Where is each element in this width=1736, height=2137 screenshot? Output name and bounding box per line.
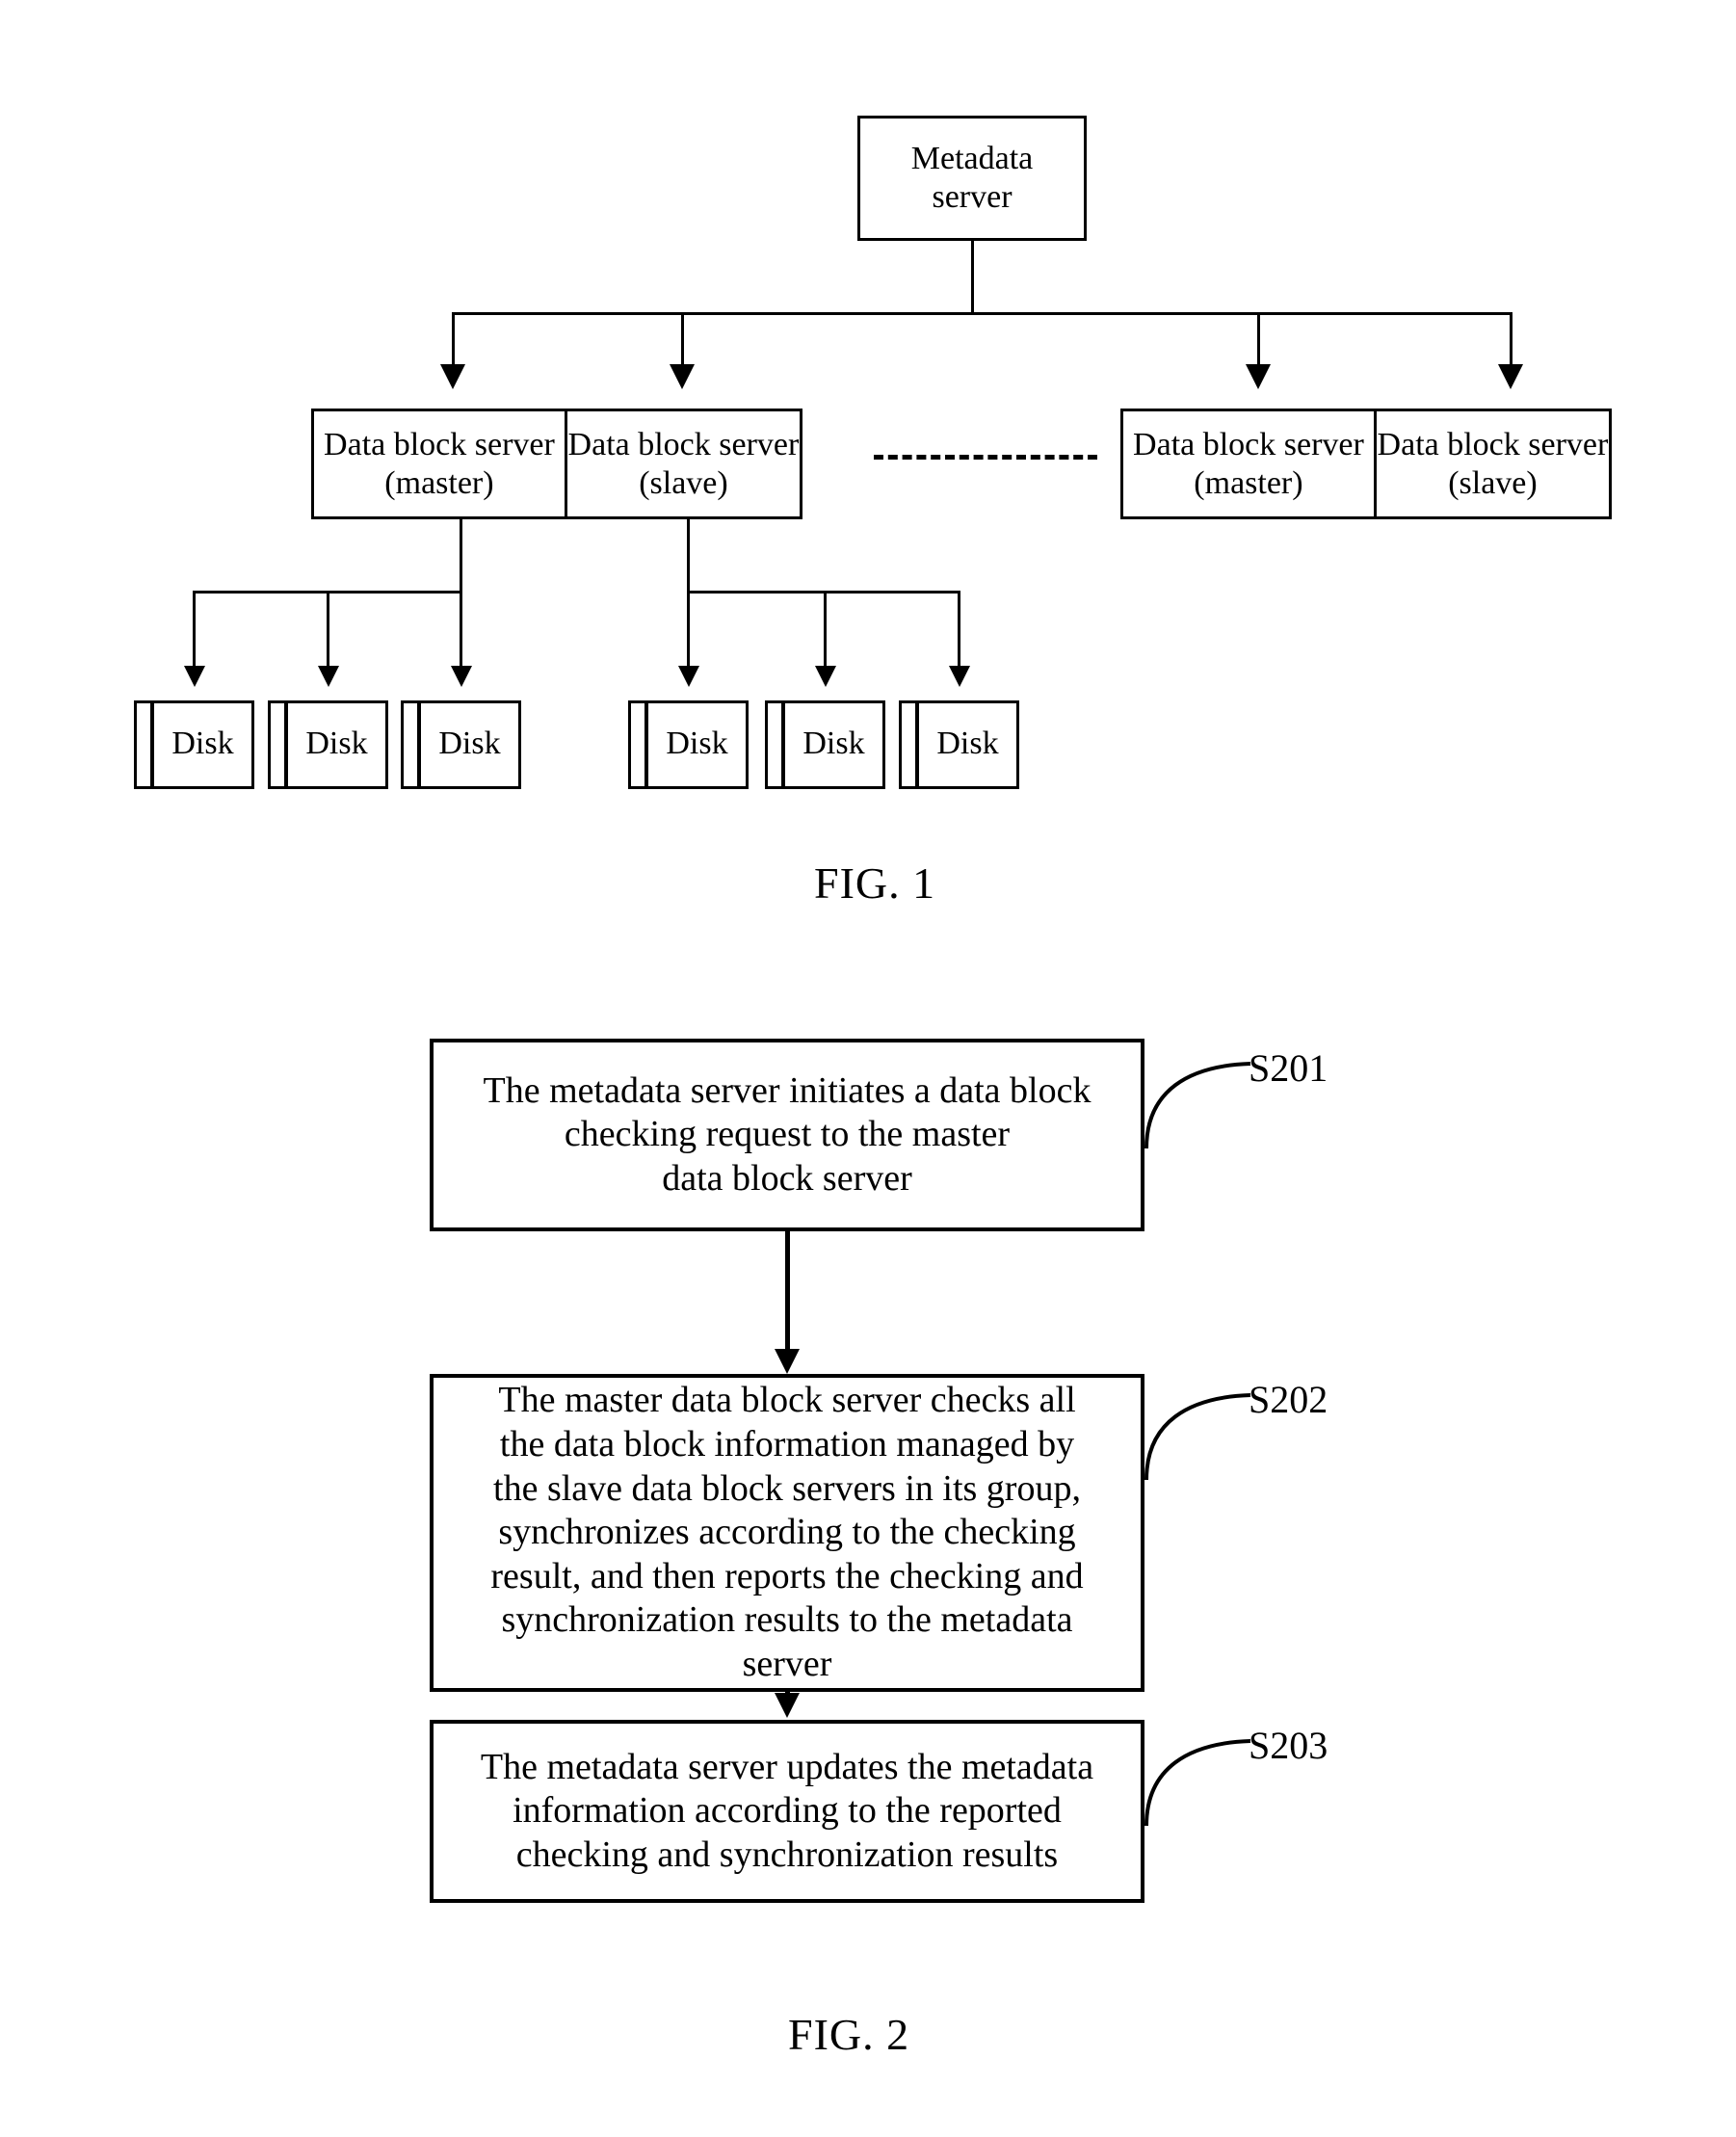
disk-arrowhead-left-2-icon [318,666,339,687]
data-block-server-master-left: Data block server (master) [314,411,565,516]
disk-box-left-1: Disk [134,700,254,789]
disk-platter-strip-icon [271,703,288,786]
arrowhead-3-icon [1246,364,1271,389]
disk-drop-right-2 [824,591,827,670]
server-pair-right: Data block server (master) Data block se… [1120,409,1612,519]
disk-platter-strip-icon [631,703,648,786]
metadata-server-label: Metadata server [910,140,1034,215]
disk-box-right-1: Disk [628,700,749,789]
disk-left-2-label: Disk [305,726,368,761]
disk-drop-left-1 [193,591,196,670]
root-trunk-line [971,241,974,314]
patent-drawing-sheet: Metadata server Data block server (maste… [0,0,1736,2137]
disk-arrowhead-right-2-icon [815,666,836,687]
disk-box-left-2: Disk [268,700,388,789]
process-box-s203: The metadata server updates the metadata… [430,1720,1144,1903]
server-pair-left: Data block server (master) Data block se… [311,409,802,519]
disk-right-3-label: Disk [936,726,999,761]
metadata-server-node: Metadata server [857,116,1087,241]
process-box-s201-text: The metadata server initiates a data blo… [483,1069,1092,1199]
process-box-s203-text: The metadata server updates the metadata… [480,1746,1094,1875]
disk-arrowhead-right-1-icon [678,666,699,687]
connector-arrowhead-s202-s203-icon [775,1693,800,1718]
data-block-server-slave-right: Data block server (slave) [1373,411,1609,516]
server-slave-right-label: Data block server (slave) [1377,427,1609,501]
disk-drop-left-2 [327,591,329,670]
disk-platter-strip-icon [902,703,919,786]
figure-2-caption: FIG. 2 [788,2010,910,2059]
disk-box-left-3: Disk [401,700,521,789]
server-bus-line [452,312,1512,315]
disk-arrowhead-left-1-icon [184,666,205,687]
server-slave-left-label: Data block server (slave) [567,427,800,501]
disk-arrowhead-left-3-icon [451,666,472,687]
figure-1-caption: FIG. 1 [814,858,936,908]
disk-trunk-right [687,519,690,593]
disk-box-right-3: Disk [899,700,1019,789]
connector-arrowhead-s201-s202-icon [775,1349,800,1374]
process-box-s202: The master data block server checks all … [430,1374,1144,1692]
process-box-s202-text: The master data block server checks all … [490,1380,1084,1684]
drop-line-2 [681,312,684,368]
step-label-s201: S201 [1249,1046,1328,1090]
step-label-s202: S202 [1249,1378,1328,1421]
disk-drop-right-1 [687,591,690,670]
server-master-left-label: Data block server (master) [324,427,555,501]
data-block-server-slave-left: Data block server (slave) [564,411,800,516]
disk-box-right-2: Disk [765,700,885,789]
disk-platter-strip-icon [137,703,154,786]
disk-drop-left-3 [460,591,462,670]
disk-left-1-label: Disk [171,726,234,761]
disk-right-1-label: Disk [666,726,728,761]
drop-line-1 [452,312,455,368]
connector-s201-s202 [785,1231,790,1355]
disk-trunk-left [460,519,462,593]
disk-right-2-label: Disk [802,726,865,761]
group-ellipsis-dashes [874,455,1097,460]
drop-line-3 [1257,312,1260,368]
drop-line-4 [1510,312,1512,368]
arrowhead-1-icon [440,364,465,389]
disk-platter-strip-icon [404,703,421,786]
arrowhead-2-icon [670,364,695,389]
disk-left-3-label: Disk [438,726,501,761]
disk-arrowhead-right-3-icon [949,666,970,687]
process-box-s201: The metadata server initiates a data blo… [430,1039,1144,1231]
data-block-server-master-right: Data block server (master) [1123,411,1374,516]
disk-platter-strip-icon [768,703,785,786]
step-label-s203: S203 [1249,1724,1328,1767]
server-master-right-label: Data block server (master) [1133,427,1364,501]
disk-drop-right-3 [958,591,960,670]
arrowhead-4-icon [1498,364,1523,389]
